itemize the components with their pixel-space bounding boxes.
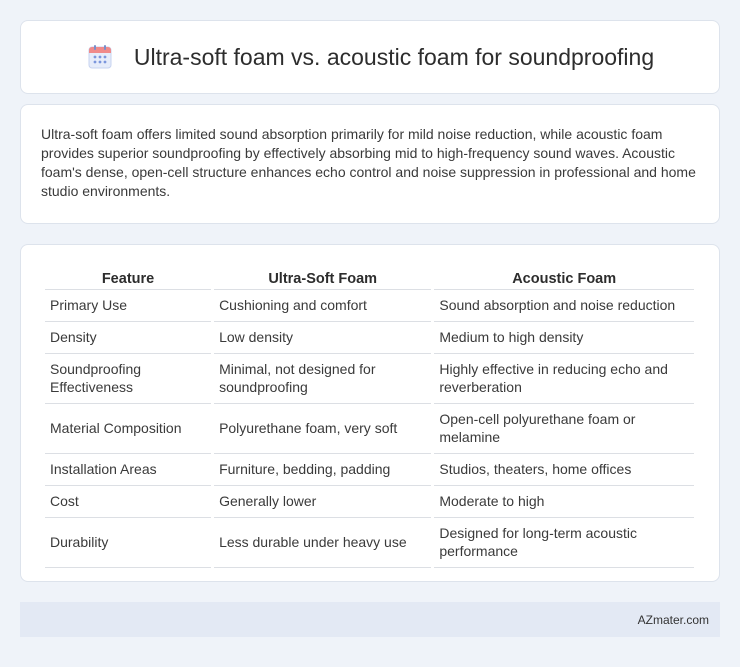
comparison-table-card: Feature Ultra-Soft Foam Acoustic Foam Pr… xyxy=(20,244,720,582)
row-ultra-soft-cell: Less durable under heavy use xyxy=(214,518,432,568)
comparison-table: Feature Ultra-Soft Foam Acoustic Foam Pr… xyxy=(42,267,697,568)
row-feature-cell: Installation Areas xyxy=(45,454,212,486)
row-ultra-soft-cell: Minimal, not designed for soundproofing xyxy=(214,354,432,404)
row-feature-cell: Cost xyxy=(45,486,212,518)
row-feature-cell: Material Composition xyxy=(45,404,212,454)
footer-bar: AZmater.com xyxy=(20,602,720,637)
row-ultra-soft-cell: Polyurethane foam, very soft xyxy=(214,404,432,454)
row-acoustic-cell: Designed for long-term acoustic performa… xyxy=(434,518,694,568)
header-card: Ultra-soft foam vs. acoustic foam for so… xyxy=(20,20,720,94)
summary-text: Ultra-soft foam offers limited sound abs… xyxy=(41,126,696,199)
table-row: Soundproofing Effectiveness Minimal, not… xyxy=(45,354,694,404)
row-acoustic-cell: Studios, theaters, home offices xyxy=(434,454,694,486)
table-row: Cost Generally lower Moderate to high xyxy=(45,486,694,518)
row-acoustic-cell: Open-cell polyurethane foam or melamine xyxy=(434,404,694,454)
row-ultra-soft-cell: Low density xyxy=(214,322,432,354)
row-feature-cell: Durability xyxy=(45,518,212,568)
column-header-acoustic-foam: Acoustic Foam xyxy=(512,271,617,287)
row-feature-cell: Density xyxy=(45,322,212,354)
table-row: Density Low density Medium to high densi… xyxy=(45,322,694,354)
row-acoustic-cell: Highly effective in reducing echo and re… xyxy=(434,354,694,404)
row-feature-cell: Soundproofing Effectiveness xyxy=(45,354,212,404)
table-header-row: Feature Ultra-Soft Foam Acoustic Foam xyxy=(45,267,694,289)
page-title: Ultra-soft foam vs. acoustic foam for so… xyxy=(133,43,655,70)
table-row: Installation Areas Furniture, bedding, p… xyxy=(45,454,694,486)
row-acoustic-cell: Sound absorption and noise reduction xyxy=(434,289,694,322)
table-row: Material Composition Polyurethane foam, … xyxy=(45,404,694,454)
column-header-ultra-soft-foam: Ultra-Soft Foam xyxy=(268,271,378,287)
footer-site-name: AZmater.com xyxy=(637,612,709,627)
table-row: Durability Less durable under heavy use … xyxy=(45,518,694,568)
column-header-feature: Feature xyxy=(101,271,155,287)
row-ultra-soft-cell: Generally lower xyxy=(214,486,432,518)
summary-card: Ultra-soft foam offers limited sound abs… xyxy=(20,104,720,224)
calendar-icon xyxy=(86,43,114,71)
row-acoustic-cell: Medium to high density xyxy=(434,322,694,354)
row-ultra-soft-cell: Furniture, bedding, padding xyxy=(214,454,432,486)
row-feature-cell: Primary Use xyxy=(45,289,212,322)
row-ultra-soft-cell: Cushioning and comfort xyxy=(214,289,432,322)
table-row: Primary Use Cushioning and comfort Sound… xyxy=(45,289,694,322)
row-acoustic-cell: Moderate to high xyxy=(434,486,694,518)
